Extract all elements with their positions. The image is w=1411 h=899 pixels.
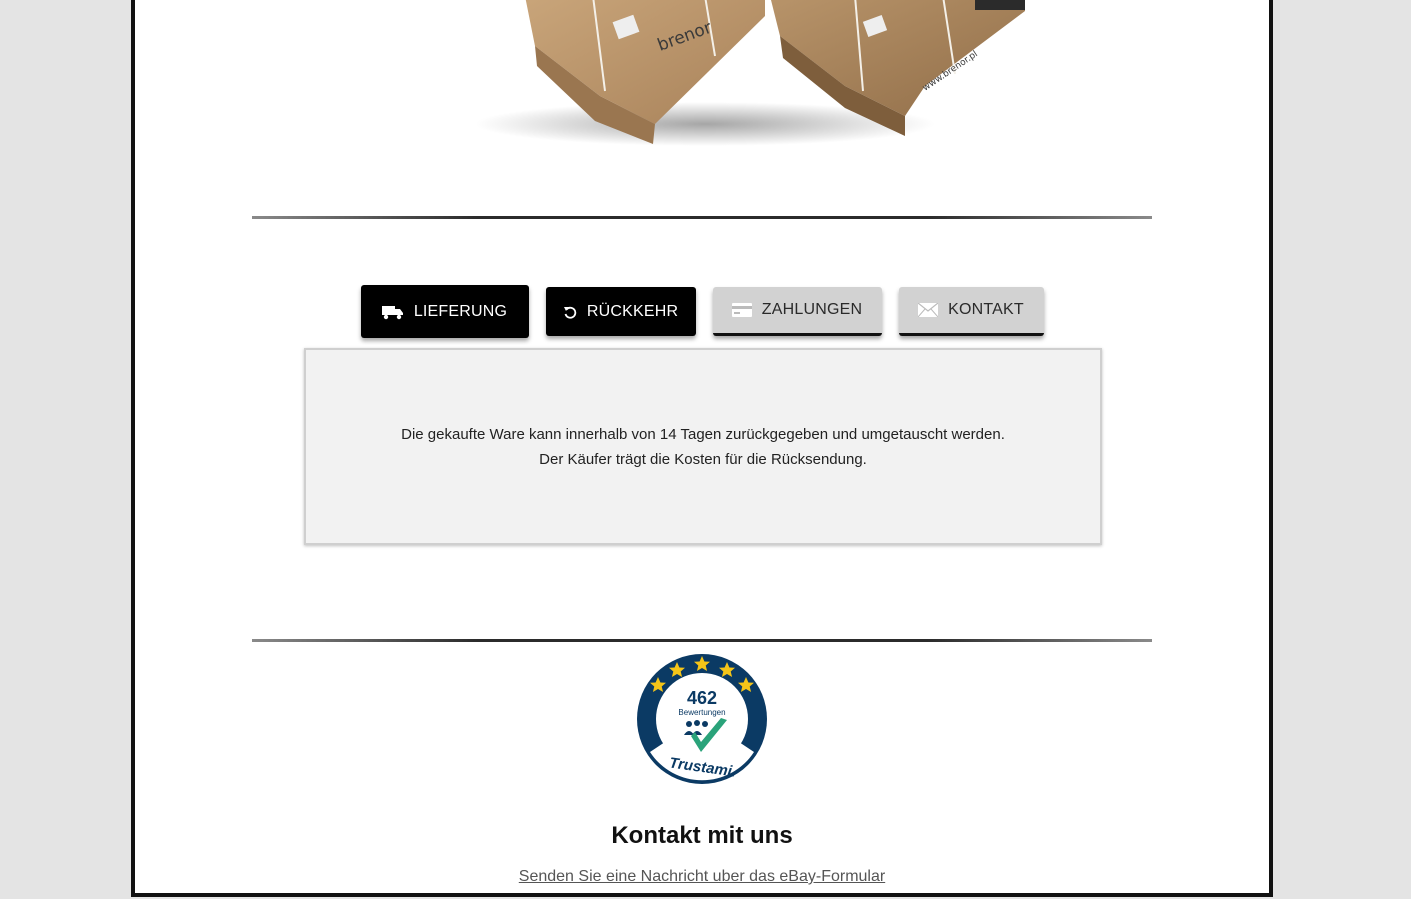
tab-label: RÜCKKEHR: [586, 302, 679, 320]
review-count: 462: [687, 688, 717, 708]
truck-icon: [381, 303, 404, 321]
return-info-panel: Die gekaufte Ware kann innerhalb von 14 …: [304, 348, 1102, 545]
listing-page: brenor www.brenor.pl LIEFERUNG RÜCKKEHR: [131, 0, 1273, 897]
trustami-badge[interactable]: 462 Bewertungen Trustami.: [635, 652, 769, 786]
ebay-contact-form-link[interactable]: Senden Sie eine Nachricht uber das eBay-…: [519, 868, 885, 885]
info-tabs: LIEFERUNG RÜCKKEHR ZAHLUNGEN KONTAKT: [135, 285, 1269, 338]
section-divider: [252, 639, 1152, 642]
tab-label: KONTAKT: [948, 301, 1024, 318]
tab-lieferung[interactable]: LIEFERUNG: [360, 285, 529, 338]
contact-link-wrap: Senden Sie eine Nachricht uber das eBay-…: [135, 866, 1269, 886]
return-info-line2: Der Käufer trägt die Kosten für die Rück…: [539, 450, 867, 468]
tab-kontakt[interactable]: KONTAKT: [898, 287, 1044, 336]
tab-rueckkehr[interactable]: RÜCKKEHR: [545, 287, 696, 336]
return-info-line1: Die gekaufte Ware kann innerhalb von 14 …: [401, 425, 1005, 443]
product-image: brenor www.brenor.pl: [385, 0, 1040, 146]
tab-label: ZAHLUNGEN: [761, 301, 863, 318]
return-arrow-icon: [563, 303, 577, 321]
envelope-icon: [918, 301, 939, 319]
contact-heading: Kontakt mit uns: [611, 822, 793, 849]
tab-zahlungen[interactable]: ZAHLUNGEN: [712, 287, 882, 336]
section-divider: [252, 216, 1152, 219]
review-label: Bewertungen: [678, 708, 725, 717]
credit-card-icon: [731, 301, 752, 319]
tab-label: LIEFERUNG: [413, 302, 508, 320]
